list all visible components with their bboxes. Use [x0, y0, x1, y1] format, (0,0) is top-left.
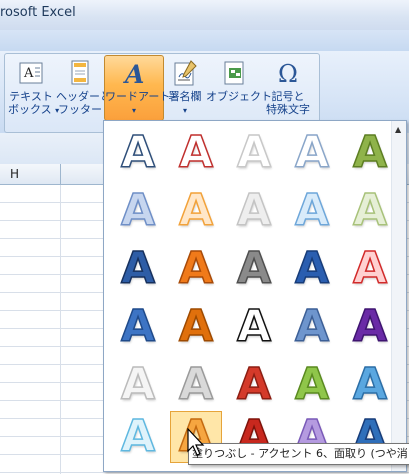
wordart-sample: A	[120, 185, 156, 236]
omega-icon: Ω	[278, 60, 298, 87]
wordart-style-cell[interactable]: A	[112, 301, 164, 353]
wordart-style-cell[interactable]: A	[344, 127, 396, 179]
window-title: rosoft Excel	[0, 5, 76, 20]
wordart-style-cell[interactable]: A	[286, 301, 338, 353]
wordart-sample: A	[294, 243, 330, 294]
wordart-sample: A	[120, 127, 156, 178]
grid-vertical-line	[60, 185, 61, 474]
textbox-label-1: テキスト	[9, 90, 53, 103]
textbox-label-2: ボックス	[8, 103, 52, 116]
mouse-pointer-icon	[187, 428, 205, 456]
wordart-sample: A	[120, 411, 156, 462]
style-tooltip: 塗りつぶし - アクセント 6、面取り (つや消し、	[188, 443, 409, 465]
wordart-sample: A	[178, 243, 214, 294]
wordart-sample: A	[294, 127, 330, 178]
wordart-sample: A	[236, 301, 272, 352]
header-footer-icon	[71, 60, 89, 85]
wordart-sample: A	[352, 185, 388, 236]
wordart-gallery: ▲ AAAAAAAAAAAAAAAAAAAAAAAAAAAAAA	[103, 120, 407, 472]
wordart-sample: A	[236, 127, 272, 178]
wordart-sample: A	[178, 127, 214, 178]
wordart-style-cell[interactable]: A	[228, 127, 280, 179]
wordart-sample: A	[294, 301, 330, 352]
wordart-style-cell[interactable]: A	[112, 127, 164, 179]
header-footer-label-1: ヘッダーと	[56, 90, 111, 103]
wordart-label: ワードアート	[105, 90, 171, 103]
wordart-style-cell[interactable]: A	[170, 185, 222, 237]
wordart-sample: A	[178, 185, 214, 236]
title-bar: rosoft Excel	[0, 0, 409, 30]
wordart-style-cell[interactable]: A	[112, 185, 164, 237]
wordart-sample: A	[352, 359, 388, 410]
wordart-style-cell[interactable]: A	[228, 301, 280, 353]
chevron-down-icon: ▾	[182, 106, 187, 115]
symbol-label-1: 記号と	[271, 90, 305, 103]
wordart-style-cell[interactable]: A	[112, 243, 164, 295]
wordart-sample: A	[294, 359, 330, 410]
chevron-down-icon: ▾	[131, 106, 136, 115]
header-footer-label-2: フッター	[58, 103, 102, 116]
wordart-sample: A	[120, 243, 156, 294]
wordart-sample: A	[236, 243, 272, 294]
wordart-style-cell[interactable]: A	[228, 185, 280, 237]
wordart-sample: A	[178, 359, 214, 410]
object-button[interactable]: オブジェクト	[206, 56, 272, 122]
wordart-style-cell[interactable]: A	[112, 359, 164, 411]
textbox-button[interactable]: A テキスト ボックス ▾	[8, 56, 59, 122]
wordart-sample: A	[120, 301, 156, 352]
wordart-sample: A	[352, 301, 388, 352]
wordart-style-cell[interactable]: A	[228, 243, 280, 295]
svg-text:A: A	[23, 66, 34, 81]
object-icon	[224, 61, 244, 85]
wordart-style-cell[interactable]: A	[344, 301, 396, 353]
signature-line-label: 署名欄	[168, 90, 202, 103]
wordart-style-cell[interactable]: A	[286, 185, 338, 237]
wordart-sample: A	[236, 359, 272, 410]
object-label: オブジェクト	[206, 90, 272, 103]
ribbon-tab-strip	[0, 30, 409, 52]
signature-line-icon	[174, 60, 197, 86]
wordart-style-cell[interactable]: A	[170, 127, 222, 179]
wordart-style-cell[interactable]: A	[286, 127, 338, 179]
column-header-h[interactable]: H	[10, 167, 19, 181]
wordart-style-cell[interactable]: A	[286, 243, 338, 295]
wordart-sample: A	[294, 185, 330, 236]
header-footer-button[interactable]: ヘッダーと フッター	[56, 56, 111, 122]
wordart-style-cell[interactable]: A	[228, 359, 280, 411]
signature-line-button[interactable]: 署名欄 ▾	[165, 56, 205, 122]
wordart-button[interactable]: A ワードアート ▾	[104, 55, 171, 121]
wordart-sample: A	[120, 359, 156, 410]
wordart-style-cell[interactable]: A	[344, 185, 396, 237]
textbox-icon: A	[19, 62, 43, 84]
symbol-label-2: 特殊文字	[266, 103, 310, 116]
wordart-style-cell[interactable]: A	[170, 243, 222, 295]
wordart-style-cell[interactable]: A	[344, 243, 396, 295]
wordart-sample: A	[178, 301, 214, 352]
svg-text:Ω: Ω	[278, 60, 298, 87]
wordart-sample: A	[352, 243, 388, 294]
wordart-style-cell[interactable]: A	[170, 301, 222, 353]
svg-text:A: A	[123, 60, 144, 87]
wordart-style-cell[interactable]: A	[344, 359, 396, 411]
wordart-style-cell[interactable]: A	[170, 359, 222, 411]
column-separator	[60, 164, 61, 184]
wordart-style-cell[interactable]: A	[112, 411, 164, 463]
wordart-sample: A	[236, 185, 272, 236]
wordart-sample: A	[352, 127, 388, 178]
wordart-style-cell[interactable]: A	[286, 359, 338, 411]
wordart-icon: A	[123, 60, 144, 87]
symbol-button[interactable]: Ω 記号と 特殊文字	[262, 56, 314, 122]
